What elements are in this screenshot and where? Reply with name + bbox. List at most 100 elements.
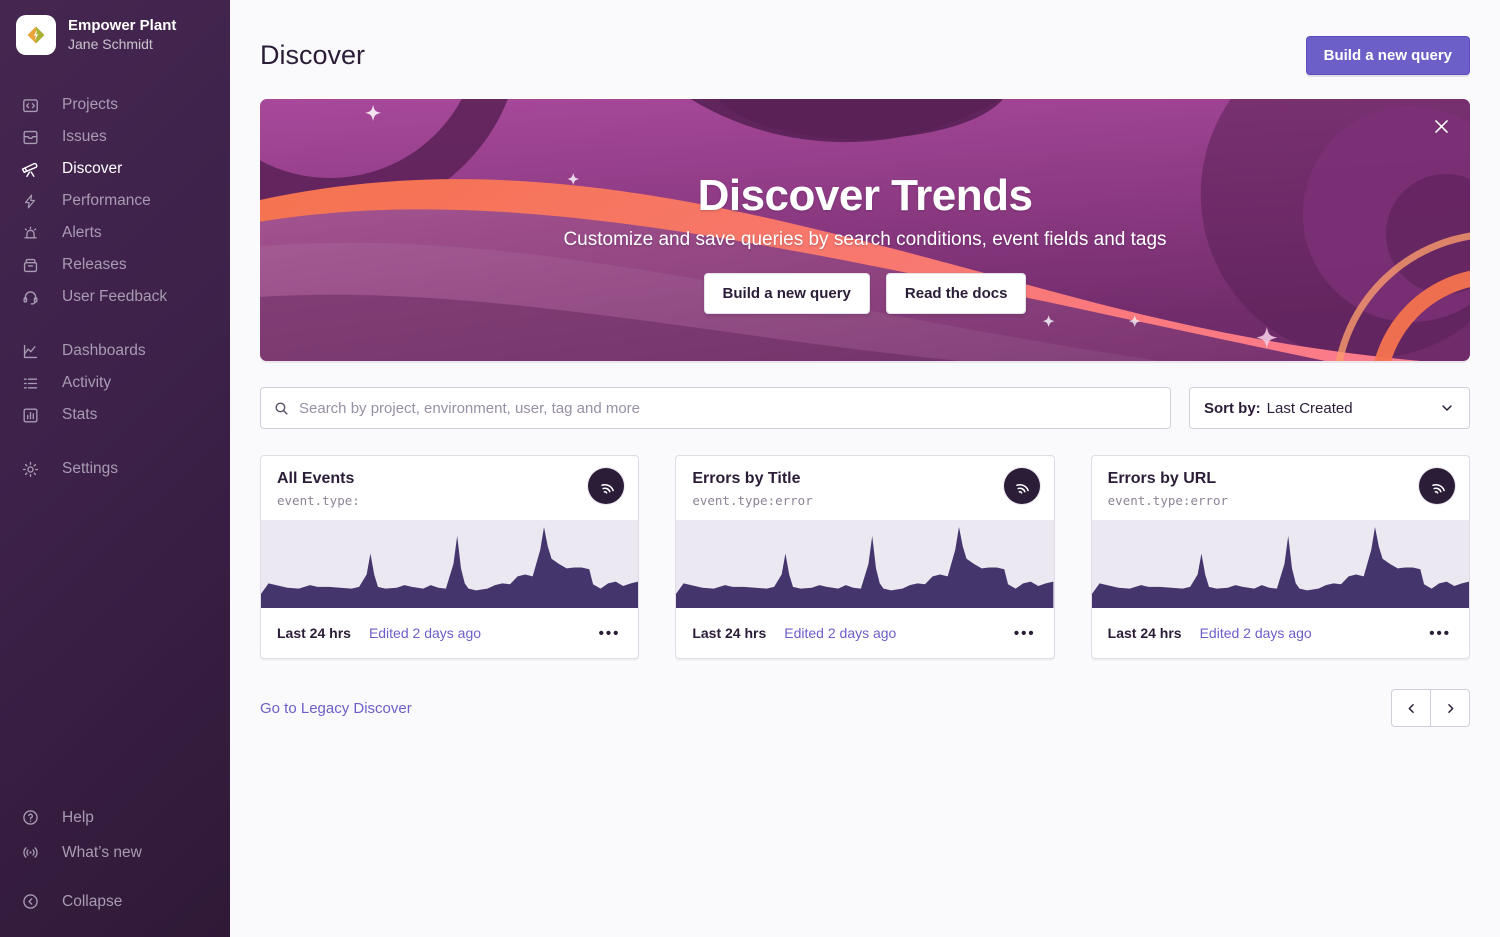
card-edited: Edited 2 days ago <box>784 625 896 641</box>
close-icon <box>1432 117 1451 136</box>
sidebar-collapse-button[interactable]: Collapse <box>0 884 230 919</box>
sidebar-item-label: Performance <box>62 192 151 210</box>
help-icon <box>20 808 40 828</box>
card-context-menu-button[interactable]: ••• <box>1427 622 1453 645</box>
sidebar-item-help[interactable]: Help <box>0 800 230 835</box>
sidebar-item-alerts[interactable]: Alerts <box>0 217 230 249</box>
whats-new-icon <box>20 843 40 863</box>
sidebar-item-label: Issues <box>62 128 107 146</box>
legacy-discover-link[interactable]: Go to Legacy Discover <box>260 700 412 717</box>
query-card-errors-by-url[interactable]: Errors by URL event.type:error Last 24 h… <box>1091 455 1470 659</box>
main-content: Discover Build a new query <box>230 0 1500 937</box>
sidebar-item-user-feedback[interactable]: User Feedback <box>0 281 230 313</box>
sidebar-nav-settings: Settings <box>0 453 230 485</box>
sidebar-item-performance[interactable]: Performance <box>0 185 230 217</box>
alerts-icon <box>20 223 40 243</box>
card-context-menu-button[interactable]: ••• <box>597 622 623 645</box>
sidebar-nav-secondary: Dashboards Activity Stats <box>0 335 230 431</box>
query-card-errors-by-title[interactable]: Errors by Title event.type:error Last 24… <box>675 455 1054 659</box>
dashboards-icon <box>20 341 40 361</box>
discover-trends-banner: Discover Trends Customize and save queri… <box>260 99 1470 361</box>
org-name: Empower Plant <box>68 17 176 36</box>
card-title: Errors by URL <box>1108 470 1453 488</box>
search-input[interactable] <box>299 400 1158 417</box>
sidebar-item-label: Releases <box>62 256 127 274</box>
collapse-left-icon <box>20 892 40 912</box>
card-header: Errors by URL event.type:error <box>1092 456 1469 520</box>
sidebar-item-discover[interactable]: Discover <box>0 153 230 185</box>
toolbar: Sort by: Last Created <box>260 387 1470 429</box>
pagination-prev-button[interactable] <box>1391 689 1431 727</box>
chevron-down-icon <box>1439 400 1455 416</box>
pagination-next-button[interactable] <box>1430 689 1470 727</box>
banner-read-docs-button[interactable]: Read the docs <box>886 273 1027 314</box>
build-new-query-button[interactable]: Build a new query <box>1306 36 1470 75</box>
card-sparkline-chart <box>261 520 638 608</box>
sentry-logo-badge <box>1004 468 1040 504</box>
card-footer: Last 24 hrs Edited 2 days ago ••• <box>1092 608 1469 658</box>
page-header: Discover Build a new query <box>260 36 1470 75</box>
sidebar-item-dashboards[interactable]: Dashboards <box>0 335 230 367</box>
feedback-icon <box>20 287 40 307</box>
performance-icon <box>20 191 40 211</box>
sentry-logo-icon <box>1011 476 1032 497</box>
pagination <box>1391 689 1470 727</box>
saved-query-grid: All Events event.type: Last 24 hrs Edite… <box>260 455 1470 659</box>
issues-icon <box>20 127 40 147</box>
org-logo-icon <box>24 23 48 47</box>
sidebar-item-issues[interactable]: Issues <box>0 121 230 153</box>
sidebar-item-label: Collapse <box>62 893 122 911</box>
card-title: Errors by Title <box>692 470 1037 488</box>
sidebar-item-projects[interactable]: Projects <box>0 89 230 121</box>
releases-icon <box>20 255 40 275</box>
chevron-right-icon <box>1443 701 1458 716</box>
card-footer: Last 24 hrs Edited 2 days ago ••• <box>261 608 638 658</box>
banner-subtitle: Customize and save queries by search con… <box>563 229 1166 251</box>
settings-icon <box>20 459 40 479</box>
sidebar-item-label: Help <box>62 809 94 827</box>
sidebar-item-whats-new[interactable]: What’s new <box>0 835 230 870</box>
sentry-logo-badge <box>1419 468 1455 504</box>
card-query: event.type:error <box>692 493 1037 508</box>
org-avatar <box>16 15 56 55</box>
page-title: Discover <box>260 40 365 71</box>
discover-icon <box>20 159 40 179</box>
sidebar-item-stats[interactable]: Stats <box>0 399 230 431</box>
sidebar-item-label: Discover <box>62 160 122 178</box>
banner-build-query-button[interactable]: Build a new query <box>704 273 870 314</box>
card-footer: Last 24 hrs Edited 2 days ago ••• <box>676 608 1053 658</box>
banner-close-button[interactable] <box>1428 113 1454 139</box>
card-title: All Events <box>277 470 622 488</box>
org-user: Jane Schmidt <box>68 36 176 54</box>
projects-icon <box>20 95 40 115</box>
sort-dropdown[interactable]: Sort by: Last Created <box>1189 387 1470 429</box>
query-card-all-events[interactable]: All Events event.type: Last 24 hrs Edite… <box>260 455 639 659</box>
banner-title: Discover Trends <box>698 171 1033 221</box>
sidebar-item-label: Stats <box>62 406 97 424</box>
saved-query-search[interactable] <box>260 387 1171 429</box>
sidebar-item-label: Projects <box>62 96 118 114</box>
sidebar-item-label: Activity <box>62 374 111 392</box>
card-header: All Events event.type: <box>261 456 638 520</box>
search-icon <box>273 400 290 417</box>
banner-content: Discover Trends Customize and save queri… <box>260 99 1470 361</box>
card-context-menu-button[interactable]: ••• <box>1012 622 1038 645</box>
org-info: Empower Plant Jane Schmidt <box>68 17 176 53</box>
sidebar-item-releases[interactable]: Releases <box>0 249 230 281</box>
card-header: Errors by Title event.type:error <box>676 456 1053 520</box>
activity-icon <box>20 373 40 393</box>
stats-icon <box>20 405 40 425</box>
sidebar-nav-primary: Projects Issues Discover Performance Ale… <box>0 89 230 313</box>
card-timeframe: Last 24 hrs <box>692 625 766 641</box>
card-query: event.type: <box>277 493 622 508</box>
sort-value: Last Created <box>1267 400 1353 417</box>
sentry-logo-icon <box>1427 476 1448 497</box>
org-switcher[interactable]: Empower Plant Jane Schmidt <box>0 15 230 55</box>
sidebar-item-activity[interactable]: Activity <box>0 367 230 399</box>
card-edited: Edited 2 days ago <box>1200 625 1312 641</box>
card-sparkline-chart <box>676 520 1053 608</box>
sidebar-item-settings[interactable]: Settings <box>0 453 230 485</box>
sentry-logo-icon <box>596 476 617 497</box>
sidebar: Empower Plant Jane Schmidt Projects Issu… <box>0 0 230 937</box>
card-query: event.type:error <box>1108 493 1453 508</box>
